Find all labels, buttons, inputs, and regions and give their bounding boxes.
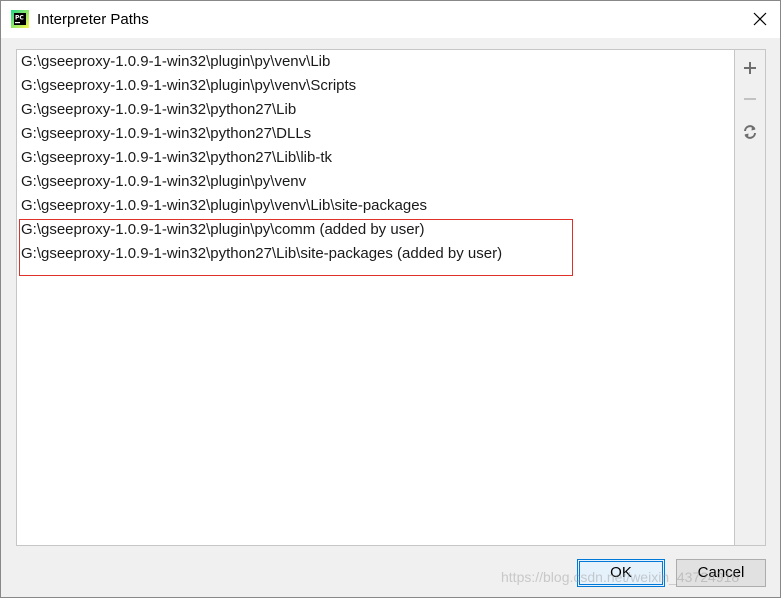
path-item[interactable]: G:\gseeproxy-1.0.9-1-win32\python27\Lib <box>21 98 296 122</box>
minus-icon <box>744 98 756 100</box>
path-item[interactable]: G:\gseeproxy-1.0.9-1-win32\plugin\py\ven… <box>21 50 330 74</box>
path-item-user-added[interactable]: G:\gseeproxy-1.0.9-1-win32\plugin\py\com… <box>21 218 425 242</box>
add-path-button[interactable] <box>739 57 761 79</box>
paths-toolbar <box>735 49 766 546</box>
watermark: https://blog.csdn.net/weixin_43724918 <box>501 569 740 585</box>
refresh-icon <box>744 125 756 139</box>
paths-list[interactable]: G:\gseeproxy-1.0.9-1-win32\plugin\py\ven… <box>16 49 735 546</box>
pycharm-icon: PC <box>11 10 29 28</box>
path-item-user-added[interactable]: G:\gseeproxy-1.0.9-1-win32\python27\Lib\… <box>21 242 502 266</box>
path-item[interactable]: G:\gseeproxy-1.0.9-1-win32\python27\DLLs <box>21 122 311 146</box>
remove-path-button[interactable] <box>739 88 761 110</box>
dialog-title: Interpreter Paths <box>37 11 149 28</box>
path-item[interactable]: G:\gseeproxy-1.0.9-1-win32\python27\Lib\… <box>21 146 332 170</box>
path-item[interactable]: G:\gseeproxy-1.0.9-1-win32\plugin\py\ven… <box>21 194 427 218</box>
close-button[interactable] <box>745 5 775 33</box>
plus-icon <box>744 62 756 74</box>
title-bar: PC Interpreter Paths <box>1 1 780 38</box>
path-item[interactable]: G:\gseeproxy-1.0.9-1-win32\plugin\py\ven… <box>21 170 306 194</box>
svg-text:PC: PC <box>15 15 24 22</box>
close-icon <box>753 12 767 26</box>
refresh-paths-button[interactable] <box>739 121 761 143</box>
interpreter-paths-dialog: PC Interpreter Paths G:\gseeproxy-1.0.9-… <box>0 0 781 598</box>
path-item[interactable]: G:\gseeproxy-1.0.9-1-win32\plugin\py\ven… <box>21 74 356 98</box>
